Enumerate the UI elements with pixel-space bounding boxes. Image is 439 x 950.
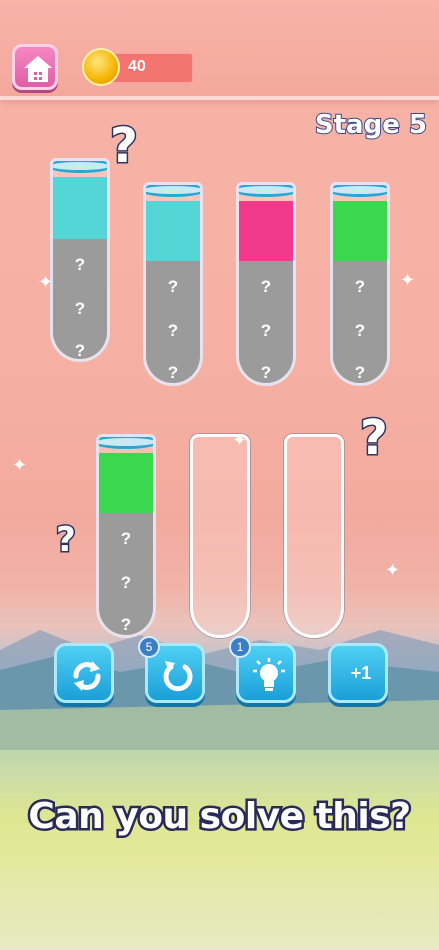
hint-question-mark: ? [109, 117, 140, 176]
test-tube-7-empty[interactable] [284, 434, 344, 638]
add-tube-button[interactable]: +1 [328, 643, 388, 703]
hidden-layer-mark: ? [167, 321, 179, 340]
tube-rim [146, 185, 200, 197]
restart-icon [73, 661, 101, 691]
liquid-layer-color [146, 201, 200, 261]
hidden-layer-mark: ? [120, 573, 132, 592]
liquid-layer-color [53, 177, 107, 239]
undo-icon [163, 661, 193, 692]
undo-count-badge: 5 [138, 636, 160, 658]
hidden-layer-mark: ? [74, 299, 86, 318]
tube-rim [239, 185, 293, 197]
hidden-layer-mark: ? [260, 277, 272, 296]
coin-count: 40 [128, 58, 146, 75]
tube-rim [53, 161, 107, 173]
hidden-layer-mark: ? [167, 277, 179, 296]
sparkle: ✦ [400, 270, 416, 291]
hidden-layer-mark: ? [354, 363, 366, 382]
lightbulb-icon [253, 658, 285, 691]
add-tube-label: +1 [350, 663, 372, 683]
hidden-layer-mark: ? [74, 341, 86, 360]
sparkle: ✦ [385, 560, 401, 581]
test-tube-2[interactable]: ? ? ? [143, 182, 203, 386]
liquid-layer-color [333, 201, 387, 261]
hidden-layer-mark: ? [260, 321, 272, 340]
test-tube-1[interactable]: ? ? ? [50, 158, 110, 362]
hidden-layer-mark: ? [120, 615, 132, 634]
stage-label: Stage 5 [314, 109, 428, 141]
hidden-layer-mark: ? [260, 363, 272, 382]
test-tube-5[interactable]: ? ? ? [96, 434, 156, 638]
home-icon [24, 56, 52, 82]
top-bar [0, 0, 439, 100]
hint-question-mark: ? [359, 409, 390, 468]
tube-rim [333, 185, 387, 197]
restart-button[interactable] [54, 643, 114, 703]
sparkle: ✦ [12, 455, 28, 476]
liquid-layer-color [239, 201, 293, 261]
hidden-layer-mark: ? [167, 363, 179, 382]
test-tube-4[interactable]: ? ? ? [330, 182, 390, 386]
test-tube-6-empty[interactable] [190, 434, 250, 638]
hint-count-badge: 1 [229, 636, 251, 658]
liquid-layer-color [99, 453, 153, 513]
home-button[interactable] [12, 44, 58, 90]
hidden-layer-mark: ? [120, 529, 132, 548]
hidden-layer-mark: ? [74, 255, 86, 274]
promo-caption: Can you solve this? [26, 794, 414, 840]
test-tube-3[interactable]: ? ? ? [236, 182, 296, 386]
hint-question-mark: ? [55, 519, 78, 562]
hidden-layer-mark: ? [354, 277, 366, 296]
coin-icon [82, 48, 120, 86]
tube-rim [99, 437, 153, 449]
hidden-layer-mark: ? [354, 321, 366, 340]
